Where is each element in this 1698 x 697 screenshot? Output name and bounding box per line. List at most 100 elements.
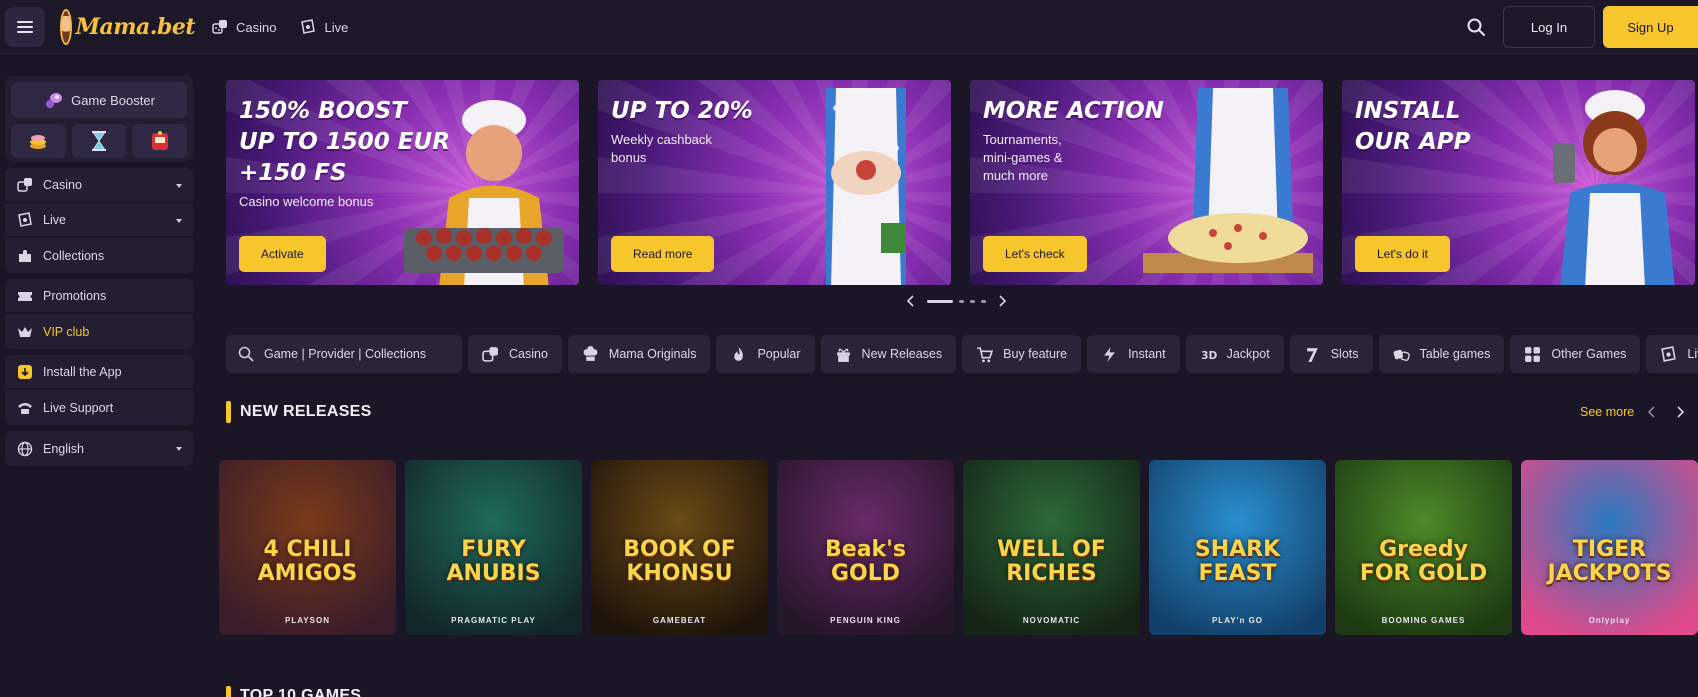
see-more-link[interactable]: See more xyxy=(1580,405,1634,419)
top-nav: Casino Live xyxy=(212,0,372,54)
promo-banner-install-app[interactable]: INSTALL OUR APP Let's do it xyxy=(1342,80,1695,285)
booster-tile-hourglass[interactable] xyxy=(71,124,127,158)
table-dice-icon xyxy=(1393,349,1410,361)
banner-title: UP TO 20% xyxy=(611,98,753,124)
mama-face-icon xyxy=(60,9,72,45)
game-booster-label: Game Booster xyxy=(71,92,155,108)
sidebar-item-vip[interactable]: VIP club xyxy=(5,314,193,349)
filter-chip-new-releases[interactable]: New Releases xyxy=(820,335,957,373)
game-title: SHARK FEAST xyxy=(1194,537,1281,586)
dice-icon xyxy=(17,177,32,192)
filter-chip-label: Live C xyxy=(1687,347,1698,361)
game-booster-button[interactable]: Game Booster xyxy=(11,82,187,118)
hourglass-icon xyxy=(92,131,106,151)
sidebar-item-live[interactable]: Live xyxy=(5,203,193,238)
signup-button[interactable]: Sign Up xyxy=(1603,6,1698,48)
sidebar-group-support: Install the App Live Support xyxy=(5,355,193,425)
sidebar-item-language[interactable]: English xyxy=(5,431,193,466)
flame-icon xyxy=(734,346,744,361)
filter-chip-jackpot[interactable]: 3D Jackpot xyxy=(1185,335,1284,373)
gift-icon xyxy=(836,348,850,362)
top-bar: Mama.bet Casino Live Log In Sign Up xyxy=(0,0,1698,54)
filter-chip-label: Mama Originals xyxy=(608,347,697,361)
promo-banner-welcome[interactable]: 150% BOOST UP TO 1500 EUR +150 FS Casino… xyxy=(226,80,579,285)
chevron-right-icon[interactable] xyxy=(1673,405,1687,419)
promo-banner-cashback[interactable]: UP TO 20% Weekly cashback bonus Read mor… xyxy=(598,80,951,285)
menu-button[interactable] xyxy=(5,7,45,47)
cart-icon xyxy=(977,346,994,362)
top-nav-live[interactable]: Live xyxy=(300,19,348,35)
read-more-button[interactable]: Read more xyxy=(611,236,715,272)
game-provider: PLAY'n GO xyxy=(1211,616,1264,625)
logo-text: Mama.bet xyxy=(75,14,196,40)
game-tile[interactable]: TIGER JACKPOTS Onlyplay xyxy=(1521,460,1698,635)
banner-title: MORE ACTION xyxy=(983,98,1164,124)
chevron-right-icon[interactable] xyxy=(996,295,1008,307)
game-title: 4 CHILI AMIGOS xyxy=(257,537,358,586)
sidebar-group-main: Casino Live Collections xyxy=(5,168,193,273)
promo-banner-action[interactable]: MORE ACTION Tournaments, mini-games & mu… xyxy=(970,80,1323,285)
search-icon xyxy=(238,346,254,362)
phone-icon xyxy=(18,402,32,414)
lets-check-button[interactable]: Let's check xyxy=(983,236,1087,272)
filter-chip-buy-feature[interactable]: Buy feature xyxy=(962,335,1082,373)
sidebar-item-casino[interactable]: Casino xyxy=(5,168,193,203)
sidebar-item-promotions[interactable]: Promotions xyxy=(5,279,193,314)
slot-machine-icon xyxy=(151,131,168,150)
top-nav-live-label: Live xyxy=(324,19,349,35)
game-tile[interactable]: BOOK OF KHONSU GAMEBEAT xyxy=(591,460,768,635)
filter-chip-casino[interactable]: Casino xyxy=(468,335,562,373)
filter-chip-slots[interactable]: Slots xyxy=(1289,335,1373,373)
filter-chip-instant[interactable]: Instant xyxy=(1087,335,1180,373)
filter-chip-mama-originals[interactable]: Mama Originals xyxy=(567,335,711,373)
search-button[interactable] xyxy=(1463,14,1489,40)
sidebar-item-live-support[interactable]: Live Support xyxy=(5,390,193,425)
logo[interactable]: Mama.bet xyxy=(60,6,196,48)
live-cards-icon xyxy=(1661,345,1677,362)
banner-title: 150% BOOST UP TO 1500 EUR +150 FS xyxy=(239,98,450,186)
game-tile[interactable]: Beak's GOLD PENGUIN KING xyxy=(777,460,954,635)
filter-chip-label: Table games xyxy=(1419,347,1491,361)
sidebar-item-install-app[interactable]: Install the App xyxy=(5,355,193,390)
carousel-dot[interactable] xyxy=(927,299,953,303)
filter-chip-other-games[interactable]: Other Games xyxy=(1510,335,1641,373)
game-tile[interactable]: SHARK FEAST PLAY'n GO xyxy=(1149,460,1326,635)
sidebar-item-collections[interactable]: Collections xyxy=(5,238,193,273)
filter-chip-label: New Releases xyxy=(861,347,943,361)
chevron-left-icon[interactable] xyxy=(905,295,917,307)
search-icon xyxy=(1467,18,1485,36)
top-nav-casino-label: Casino xyxy=(236,19,277,35)
game-row-new-releases: 4 CHILI AMIGOS PLAYSON FURY ANUBIS PRAGMATI… xyxy=(219,460,1698,635)
carousel-dot[interactable] xyxy=(981,299,986,303)
chevron-left-icon[interactable] xyxy=(1645,405,1659,419)
game-tile[interactable]: FURY ANUBIS PRAGMATIC PLAY xyxy=(405,460,582,635)
filter-chip-popular[interactable]: Popular xyxy=(716,335,815,373)
game-provider: PRAGMATIC PLAY xyxy=(451,616,536,625)
booster-tile-slot[interactable] xyxy=(132,124,188,158)
lets-do-it-button[interactable]: Let's do it xyxy=(1355,236,1450,272)
game-provider: NOVOMATIC xyxy=(1022,616,1081,625)
carousel-dot[interactable] xyxy=(970,299,975,303)
activate-button[interactable]: Activate xyxy=(239,236,326,272)
filter-chip-live-casino[interactable]: Live C xyxy=(1646,335,1698,373)
top-nav-casino[interactable]: Casino xyxy=(212,19,276,35)
game-title: Beak's GOLD xyxy=(825,537,906,586)
filter-chip-label: Slots xyxy=(1330,347,1359,361)
filter-chip-label: Popular xyxy=(757,347,801,361)
lightning-icon xyxy=(1104,346,1115,362)
booster-tile-coins[interactable] xyxy=(11,124,66,158)
carousel-dot[interactable] xyxy=(959,299,964,303)
game-tile[interactable]: 4 CHILI AMIGOS PLAYSON xyxy=(219,460,396,635)
filter-chip-table-games[interactable]: Table games xyxy=(1378,335,1505,373)
game-title: Greedy FOR GOLD xyxy=(1359,537,1488,586)
login-button[interactable]: Log In xyxy=(1503,6,1595,48)
live-cards-icon xyxy=(301,19,316,34)
chevron-down-icon xyxy=(176,219,182,223)
game-tile[interactable]: WELL OF RICHES NOVOMATIC xyxy=(963,460,1140,635)
game-provider: PLAYSON xyxy=(285,616,330,625)
sidebar-item-label: English xyxy=(43,441,84,456)
svg-text:3D: 3D xyxy=(1201,348,1217,361)
game-tile[interactable]: Greedy FOR GOLD BOOMING GAMES xyxy=(1335,460,1512,635)
game-search-input[interactable]: Game | Provider | Collections xyxy=(226,335,462,373)
game-title: FURY ANUBIS xyxy=(446,537,541,586)
